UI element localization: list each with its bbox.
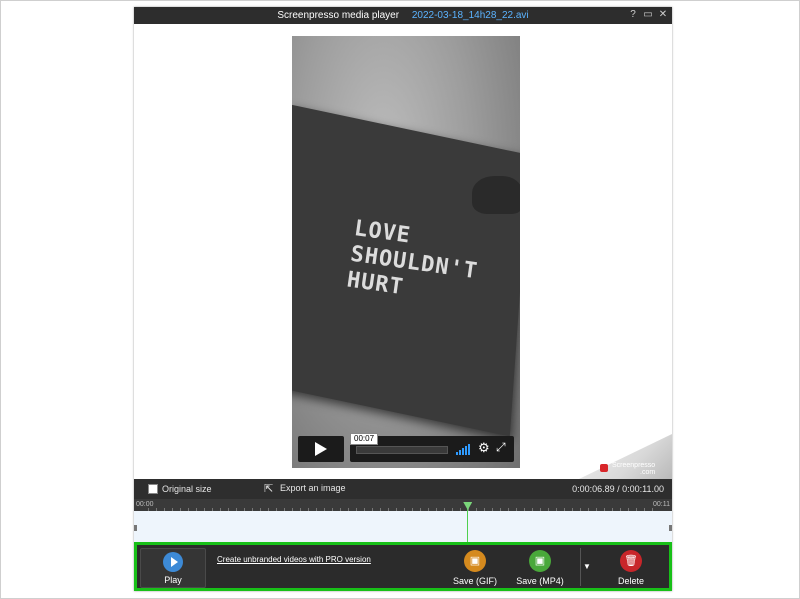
screenpresso-logo-icon xyxy=(600,464,608,472)
play-button[interactable]: Play xyxy=(140,548,206,588)
video-frame[interactable]: LOVE SHOULDN'T HURT ⚙ ⤢ 00:07 xyxy=(292,36,520,468)
floppy-icon: ▣ xyxy=(529,550,551,572)
time-tooltip: 00:07 xyxy=(350,433,379,445)
info-bar: Original size ⇱ Export an image 0:00:06.… xyxy=(134,479,672,499)
trim-start-handle[interactable] xyxy=(134,525,137,531)
timeline-track[interactable] xyxy=(134,511,672,543)
brand-watermark: Screenpresso .com xyxy=(612,462,655,476)
save-gif-button[interactable]: ▣ Save (GIF) xyxy=(440,550,510,586)
embedded-play-button[interactable] xyxy=(298,436,344,462)
close-icon[interactable]: ✕ xyxy=(657,9,669,21)
original-size-label[interactable]: Original size xyxy=(162,484,212,494)
timeline-start-label: 00:00 xyxy=(136,501,154,508)
maximize-icon[interactable]: ▭ xyxy=(642,9,654,21)
original-size-checkbox[interactable] xyxy=(148,484,158,494)
embedded-progress-bar[interactable] xyxy=(356,446,448,454)
brand-sub: .com xyxy=(640,469,656,476)
action-bar: Play Create unbranded videos with PRO ve… xyxy=(134,542,672,591)
window-title: Screenpresso media player 2022-03-18_14h… xyxy=(134,10,672,21)
export-icon[interactable]: ⇱ xyxy=(264,482,273,495)
video-viewport: LOVE SHOULDN'T HURT ⚙ ⤢ 00:07 Screenpres… xyxy=(134,24,672,479)
delete-label: Delete xyxy=(617,576,644,586)
play-label: Play xyxy=(164,575,182,585)
trim-end-handle[interactable] xyxy=(669,525,672,531)
file-name: 2022-03-18_14h28_22.avi xyxy=(411,10,529,21)
fullscreen-icon[interactable]: ⤢ xyxy=(496,440,506,455)
gear-icon[interactable]: ⚙ xyxy=(478,440,490,456)
save-mp4-button[interactable]: ▣ Save (MP4) xyxy=(505,550,575,586)
embedded-player-controls: ⚙ ⤢ 00:07 xyxy=(298,433,514,462)
timeline[interactable]: 00:00 00:11 xyxy=(134,499,672,543)
brand-text: Screenpresso xyxy=(612,462,656,469)
help-icon[interactable]: ? xyxy=(627,9,639,21)
time-readout: 0:00:06.89 / 0:00:11.00 xyxy=(572,484,664,494)
media-player-window: Screenpresso media player 2022-03-18_14h… xyxy=(134,7,672,591)
timeline-ruler: 00:00 00:11 xyxy=(134,499,672,511)
save-mp4-label: Save (MP4) xyxy=(516,576,564,586)
app-title: Screenpresso media player xyxy=(277,10,400,21)
pro-version-link[interactable]: Create unbranded videos with PRO version xyxy=(217,555,371,564)
play-icon xyxy=(163,552,183,572)
volume-icon[interactable] xyxy=(456,443,472,455)
trash-icon: 🗑 xyxy=(620,550,642,572)
chevron-down-icon[interactable]: ▼ xyxy=(580,548,593,586)
floppy-icon: ▣ xyxy=(464,550,486,572)
title-bar[interactable]: Screenpresso media player 2022-03-18_14h… xyxy=(134,7,672,24)
play-icon xyxy=(315,442,327,456)
export-image-button[interactable]: Export an image xyxy=(280,483,346,493)
save-gif-label: Save (GIF) xyxy=(452,576,497,586)
hand-shape xyxy=(472,176,520,214)
timeline-end-label: 00:11 xyxy=(653,501,670,508)
delete-button[interactable]: 🗑 Delete xyxy=(596,550,666,586)
